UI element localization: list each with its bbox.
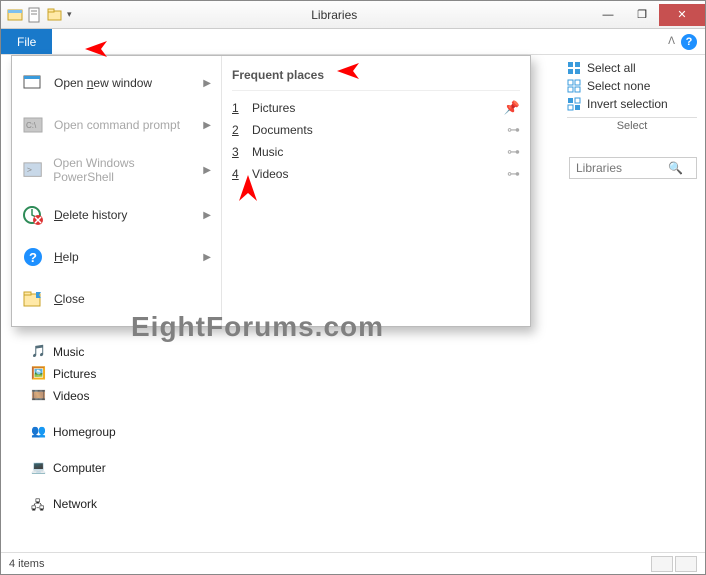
- nav-homegroup[interactable]: 👥 Homegroup: [31, 421, 116, 443]
- help-menu-icon: ?: [22, 246, 44, 268]
- svg-text:>: >: [27, 165, 32, 175]
- close-item[interactable]: Close: [12, 278, 221, 320]
- cmd-icon: C:\: [22, 114, 44, 136]
- window-title: Libraries: [78, 8, 591, 22]
- frequent-places-header: Frequent places: [232, 64, 520, 91]
- select-all-icon: [567, 61, 581, 75]
- navigation-pane: 🎵 Music 🖼️ Pictures 🎞️ Videos 👥 Homegrou…: [31, 341, 116, 515]
- select-group-caption: Select: [567, 117, 697, 132]
- file-menu: Open new window ▶ C:\ Open command promp…: [11, 55, 531, 327]
- minimize-button[interactable]: —: [591, 4, 625, 26]
- invert-selection-button[interactable]: Invert selection: [567, 95, 697, 113]
- ribbon-collapse-icon[interactable]: ᐱ: [668, 36, 675, 47]
- quick-access-toolbar: ▾: [1, 7, 78, 23]
- nav-music[interactable]: 🎵 Music: [31, 341, 116, 363]
- frequent-label: Pictures: [252, 101, 295, 115]
- delete-history-label: Delete history: [54, 208, 127, 222]
- submenu-arrow-icon: ▶: [203, 165, 211, 176]
- status-bar: 4 items: [1, 552, 705, 574]
- pictures-icon: 🖼️: [31, 366, 47, 382]
- svg-text:C:\: C:\: [26, 121, 37, 130]
- invert-selection-label: Invert selection: [587, 97, 668, 111]
- submenu-arrow-icon: ▶: [203, 78, 211, 89]
- videos-icon: 🎞️: [31, 388, 47, 404]
- select-none-icon: [567, 79, 581, 93]
- nav-computer[interactable]: 💻 Computer: [31, 457, 116, 479]
- nav-videos[interactable]: 🎞️ Videos: [31, 385, 116, 407]
- new-folder-icon[interactable]: [47, 7, 63, 23]
- frequent-label: Documents: [252, 123, 313, 137]
- properties-icon[interactable]: [27, 7, 43, 23]
- select-all-button[interactable]: Select all: [567, 59, 697, 77]
- pin-icon[interactable]: ⊶: [507, 144, 520, 160]
- search-container: 🔍: [569, 157, 697, 179]
- close-folder-icon: [22, 288, 44, 310]
- music-icon: 🎵: [31, 344, 47, 360]
- window-controls: — ❐ ✕: [591, 4, 705, 26]
- frequent-item-music[interactable]: 3 Music ⊶: [232, 141, 520, 163]
- svg-text:?: ?: [29, 250, 37, 265]
- details-view-button[interactable]: [651, 556, 673, 572]
- delete-history-item[interactable]: Delete history ▶: [12, 194, 221, 236]
- file-tab[interactable]: File: [1, 29, 52, 54]
- close-button[interactable]: ✕: [659, 4, 705, 26]
- explorer-icon: [7, 7, 23, 23]
- help-icon[interactable]: ?: [681, 34, 697, 50]
- frequent-places-panel: Frequent places 1 Pictures 📌 2 Documents…: [222, 56, 530, 326]
- open-new-window-label: Open new window: [54, 76, 152, 90]
- help-item[interactable]: ? Help ▶: [12, 236, 221, 278]
- select-all-label: Select all: [587, 61, 636, 75]
- nav-network[interactable]: 🖧 Network: [31, 493, 116, 515]
- pin-icon[interactable]: ⊶: [507, 122, 520, 138]
- delete-history-icon: [22, 204, 44, 226]
- frequent-item-documents[interactable]: 2 Documents ⊶: [232, 119, 520, 141]
- item-count: 4 items: [9, 558, 44, 570]
- qat-dropdown-icon[interactable]: ▾: [67, 9, 72, 20]
- open-new-window-item[interactable]: Open new window ▶: [12, 62, 221, 104]
- new-window-icon: [22, 72, 44, 94]
- network-icon: 🖧: [31, 496, 47, 512]
- icons-view-button[interactable]: [675, 556, 697, 572]
- pin-icon[interactable]: ⊶: [507, 166, 520, 182]
- submenu-arrow-icon: ▶: [203, 120, 211, 131]
- select-group: Select all Select none Invert selection …: [567, 59, 697, 132]
- maximize-button[interactable]: ❐: [625, 4, 659, 26]
- computer-icon: 💻: [31, 460, 47, 476]
- help-label: Help: [54, 250, 79, 264]
- open-powershell-item[interactable]: > Open Windows PowerShell ▶: [12, 146, 221, 194]
- submenu-arrow-icon: ▶: [203, 210, 211, 221]
- select-none-label: Select none: [587, 79, 650, 93]
- frequent-label: Music: [252, 145, 283, 159]
- frequent-item-videos[interactable]: 4 Videos ⊶: [232, 163, 520, 185]
- open-powershell-label: Open Windows PowerShell: [53, 156, 193, 184]
- submenu-arrow-icon: ▶: [203, 252, 211, 263]
- nav-pictures[interactable]: 🖼️ Pictures: [31, 363, 116, 385]
- close-label: Close: [54, 292, 85, 306]
- homegroup-icon: 👥: [31, 424, 47, 440]
- search-icon[interactable]: 🔍: [668, 161, 683, 175]
- ribbon-tabs: File ᐱ ?: [1, 29, 705, 55]
- select-none-button[interactable]: Select none: [567, 77, 697, 95]
- open-command-prompt-label: Open command prompt: [54, 118, 180, 132]
- powershell-icon: >: [22, 159, 43, 181]
- pin-icon[interactable]: 📌: [504, 100, 520, 116]
- frequent-label: Videos: [252, 167, 288, 181]
- frequent-item-pictures[interactable]: 1 Pictures 📌: [232, 97, 520, 119]
- invert-selection-icon: [567, 97, 581, 111]
- file-menu-left: Open new window ▶ C:\ Open command promp…: [12, 56, 222, 326]
- open-command-prompt-item[interactable]: C:\ Open command prompt ▶: [12, 104, 221, 146]
- title-bar: ▾ Libraries — ❐ ✕: [1, 1, 705, 29]
